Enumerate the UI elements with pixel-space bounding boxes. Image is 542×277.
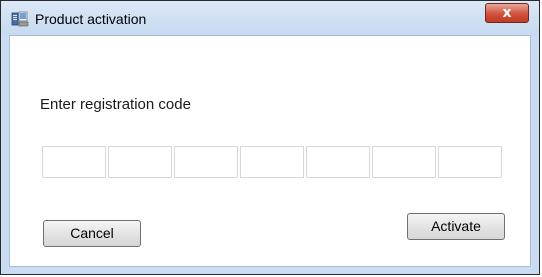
code-segment-4[interactable]: [240, 146, 304, 178]
dialog-body: Enter registration code Cancel Activate: [9, 35, 531, 267]
code-segment-6[interactable]: [372, 146, 436, 178]
close-icon: x: [502, 5, 512, 21]
activation-dialog: Product activation x Enter registration …: [0, 0, 540, 275]
code-segment-3[interactable]: [174, 146, 238, 178]
close-button[interactable]: x: [485, 3, 529, 23]
cancel-button[interactable]: Cancel: [43, 220, 141, 247]
product-activation-icon: [11, 11, 29, 27]
activate-button[interactable]: Activate: [407, 213, 505, 240]
registration-code-fields: [42, 146, 504, 178]
code-segment-1[interactable]: [42, 146, 106, 178]
code-segment-7[interactable]: [438, 146, 502, 178]
registration-code-label: Enter registration code: [40, 96, 191, 113]
window-title: Product activation: [35, 11, 147, 27]
code-segment-5[interactable]: [306, 146, 370, 178]
title-bar[interactable]: Product activation x: [1, 1, 539, 35]
code-segment-2[interactable]: [108, 146, 172, 178]
